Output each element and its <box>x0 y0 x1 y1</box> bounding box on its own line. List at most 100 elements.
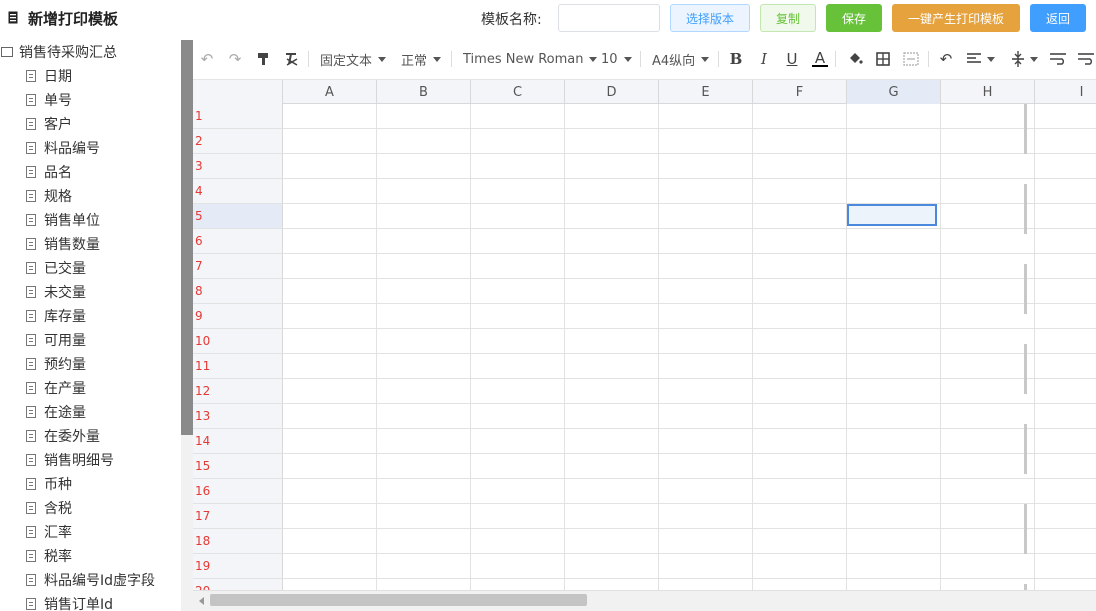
page-break-marker <box>1024 264 1027 314</box>
generate-template-button[interactable]: 一键产生打印模板 <box>892 4 1020 32</box>
tree-item[interactable]: 已交量 <box>26 258 86 278</box>
tree-item[interactable]: 销售明细号 <box>26 450 114 470</box>
column-header[interactable]: B <box>377 80 471 104</box>
fill-color-icon[interactable] <box>845 49 865 69</box>
row-header[interactable]: 5 <box>193 204 283 229</box>
tree-item[interactable]: 在产量 <box>26 378 86 398</box>
toolbar-divider <box>718 51 719 67</box>
row-header[interactable]: 19 <box>193 554 283 579</box>
chevron-down-icon <box>987 56 995 62</box>
tree-item[interactable]: 客户 <box>26 114 72 134</box>
bold-icon[interactable]: B <box>726 49 746 69</box>
template-name-input[interactable] <box>558 4 660 32</box>
tree-item[interactable]: 销售单位 <box>26 210 100 230</box>
field-doc-icon <box>26 502 36 514</box>
tree-item[interactable]: 单号 <box>26 90 72 110</box>
clear-format-icon[interactable] <box>281 49 301 69</box>
style-select[interactable]: 正常 <box>401 49 442 69</box>
page-break-marker <box>1024 344 1027 394</box>
template-name-label: 模板名称: <box>481 12 542 28</box>
tree-item[interactable]: 币种 <box>26 474 72 494</box>
sidebar-scrollbar[interactable] <box>181 40 193 611</box>
tree-item[interactable]: 税率 <box>26 546 72 566</box>
column-header[interactable]: A <box>283 80 377 104</box>
column-header[interactable]: C <box>471 80 565 104</box>
grid-corner[interactable] <box>193 80 283 104</box>
tree-item[interactable]: 料品编号 <box>26 138 100 158</box>
tree-root[interactable]: 销售待采购汇总 <box>0 42 117 62</box>
row-header[interactable]: 13 <box>193 404 283 429</box>
font-color-icon[interactable]: A <box>810 49 830 69</box>
back-button[interactable]: 返回 <box>1030 4 1086 32</box>
tree-item[interactable]: 在途量 <box>26 402 86 422</box>
text-type-select[interactable]: 固定文本 <box>320 49 387 69</box>
column-header[interactable]: G <box>847 80 941 104</box>
row-header[interactable]: 8 <box>193 279 283 304</box>
tree-item[interactable]: 预约量 <box>26 354 86 374</box>
chevron-down-icon <box>623 56 632 62</box>
column-header[interactable]: F <box>753 80 847 104</box>
redo-icon[interactable]: ↷ <box>225 49 245 69</box>
font-size-select[interactable]: 10 <box>601 49 632 69</box>
row-header[interactable]: 11 <box>193 354 283 379</box>
tree-item[interactable]: 销售数量 <box>26 234 100 254</box>
undo-icon[interactable]: ↶ <box>197 49 217 69</box>
field-doc-icon <box>26 142 36 154</box>
row-header[interactable]: 10 <box>193 329 283 354</box>
grid-row-line <box>283 353 1096 354</box>
row-header[interactable]: 9 <box>193 304 283 329</box>
copy-button[interactable]: 复制 <box>760 4 816 32</box>
column-header[interactable]: E <box>659 80 753 104</box>
row-header[interactable]: 18 <box>193 529 283 554</box>
row-header[interactable]: 4 <box>193 179 283 204</box>
tree-item[interactable]: 日期 <box>26 66 72 86</box>
merge-cells-icon[interactable] <box>901 49 921 69</box>
scroll-left-icon[interactable] <box>199 597 204 605</box>
column-header[interactable]: H <box>941 80 1035 104</box>
row-header[interactable]: 17 <box>193 504 283 529</box>
row-header[interactable]: 1 <box>193 104 283 129</box>
horizontal-scrollbar-thumb[interactable] <box>210 594 587 606</box>
column-header[interactable]: I <box>1035 80 1096 104</box>
row-header[interactable]: 14 <box>193 429 283 454</box>
tree-item[interactable]: 库存量 <box>26 306 86 326</box>
row-header[interactable]: 6 <box>193 229 283 254</box>
underline-icon[interactable]: U <box>782 49 802 69</box>
grid-row-line <box>283 253 1096 254</box>
tree-item-label: 税率 <box>44 549 72 565</box>
tree-item[interactable]: 可用量 <box>26 330 86 350</box>
column-header[interactable]: D <box>565 80 659 104</box>
tree-item[interactable]: 汇率 <box>26 522 72 542</box>
undo-arrow-icon[interactable]: ↶ <box>936 49 956 69</box>
select-version-button[interactable]: 选择版本 <box>670 4 750 32</box>
format-painter-icon[interactable] <box>253 49 273 69</box>
row-header[interactable]: 3 <box>193 154 283 179</box>
valign-icon[interactable] <box>1008 49 1042 69</box>
row-header[interactable]: 7 <box>193 254 283 279</box>
tree-item[interactable]: 品名 <box>26 162 72 182</box>
row-header[interactable]: 12 <box>193 379 283 404</box>
border-icon[interactable] <box>873 49 893 69</box>
align-icon[interactable] <box>964 49 998 69</box>
grid-row-line <box>283 328 1096 329</box>
tree-item[interactable]: 在委外量 <box>26 426 100 446</box>
wrap-icon[interactable] <box>1048 49 1068 69</box>
font-family-select[interactable]: Times New Roman <box>463 49 598 69</box>
save-button[interactable]: 保存 <box>826 4 882 32</box>
paper-size-select[interactable]: A4纵向 <box>652 49 710 69</box>
row-header[interactable]: 20 <box>193 579 283 590</box>
horizontal-scrollbar[interactable] <box>193 590 1096 611</box>
tree-item[interactable]: 料品编号Id虚字段 <box>26 570 155 590</box>
tree-item[interactable]: 规格 <box>26 186 72 206</box>
row-header[interactable]: 15 <box>193 454 283 479</box>
row-header[interactable]: 2 <box>193 129 283 154</box>
italic-icon[interactable]: I <box>754 49 774 69</box>
spreadsheet-grid[interactable]: ABCDEFGHI 123456789101112131415161718192… <box>193 80 1096 590</box>
tree-item[interactable]: 销售订单Id <box>26 594 113 611</box>
tree-item[interactable]: 未交量 <box>26 282 86 302</box>
sidebar-scrollbar-thumb[interactable] <box>181 40 193 435</box>
tree-item[interactable]: 含税 <box>26 498 72 518</box>
wrap-text-icon[interactable] <box>1076 49 1096 69</box>
selected-cell[interactable] <box>847 204 937 226</box>
row-header[interactable]: 16 <box>193 479 283 504</box>
